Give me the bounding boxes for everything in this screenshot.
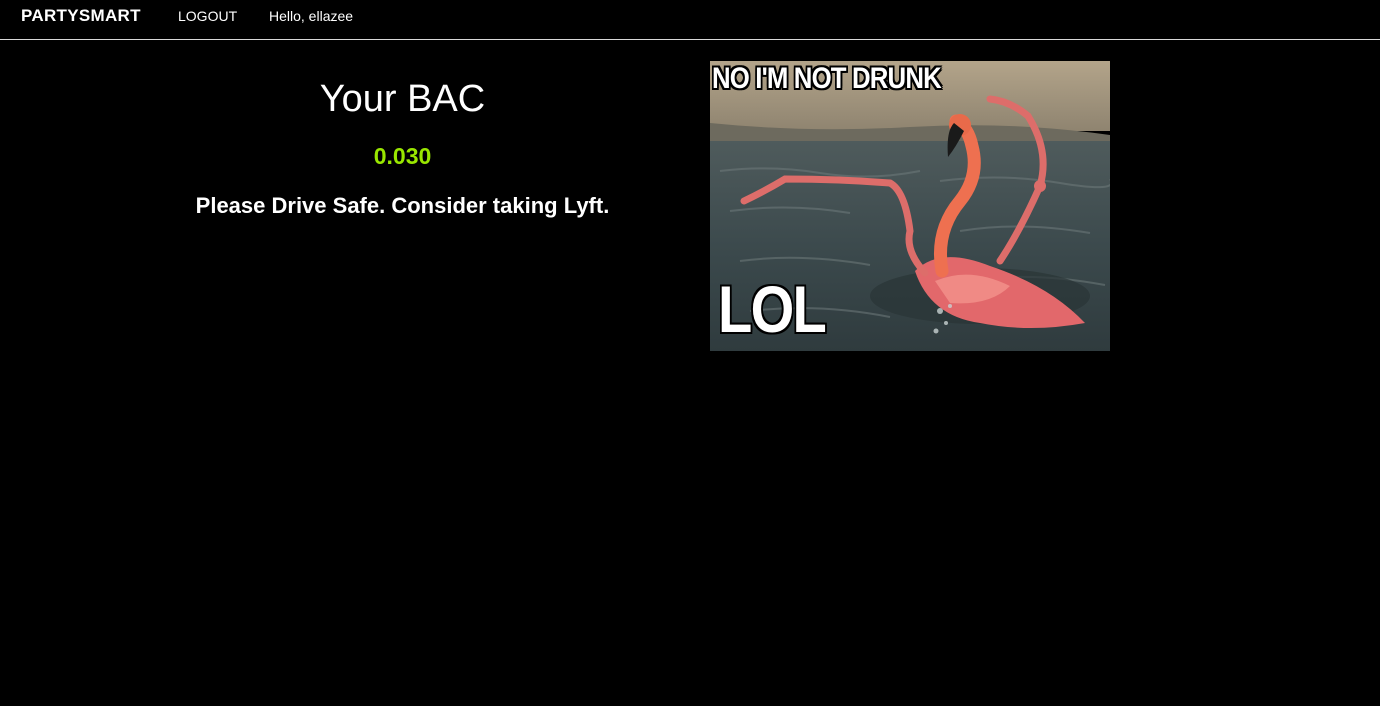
user-greeting: Hello, ellazee <box>269 8 354 24</box>
brand-link[interactable]: PARTYSMART <box>21 6 141 26</box>
meme-image: NO I'M NOT DRUNK LOL <box>710 61 1110 351</box>
bac-panel: Your BAC 0.030 Please Drive Safe. Consid… <box>0 40 805 221</box>
safety-message: Please Drive Safe. Consider taking Lyft. <box>195 193 610 218</box>
bac-value: 0.030 <box>373 143 432 169</box>
meme-bottom-caption: LOL <box>718 272 827 346</box>
navbar: PARTYSMART LOGOUT Hello, ellazee <box>0 0 1380 40</box>
logout-link[interactable]: LOGOUT <box>178 8 237 24</box>
meme-top-caption: NO I'M NOT DRUNK <box>712 62 942 95</box>
bac-title: Your BAC <box>319 78 486 120</box>
